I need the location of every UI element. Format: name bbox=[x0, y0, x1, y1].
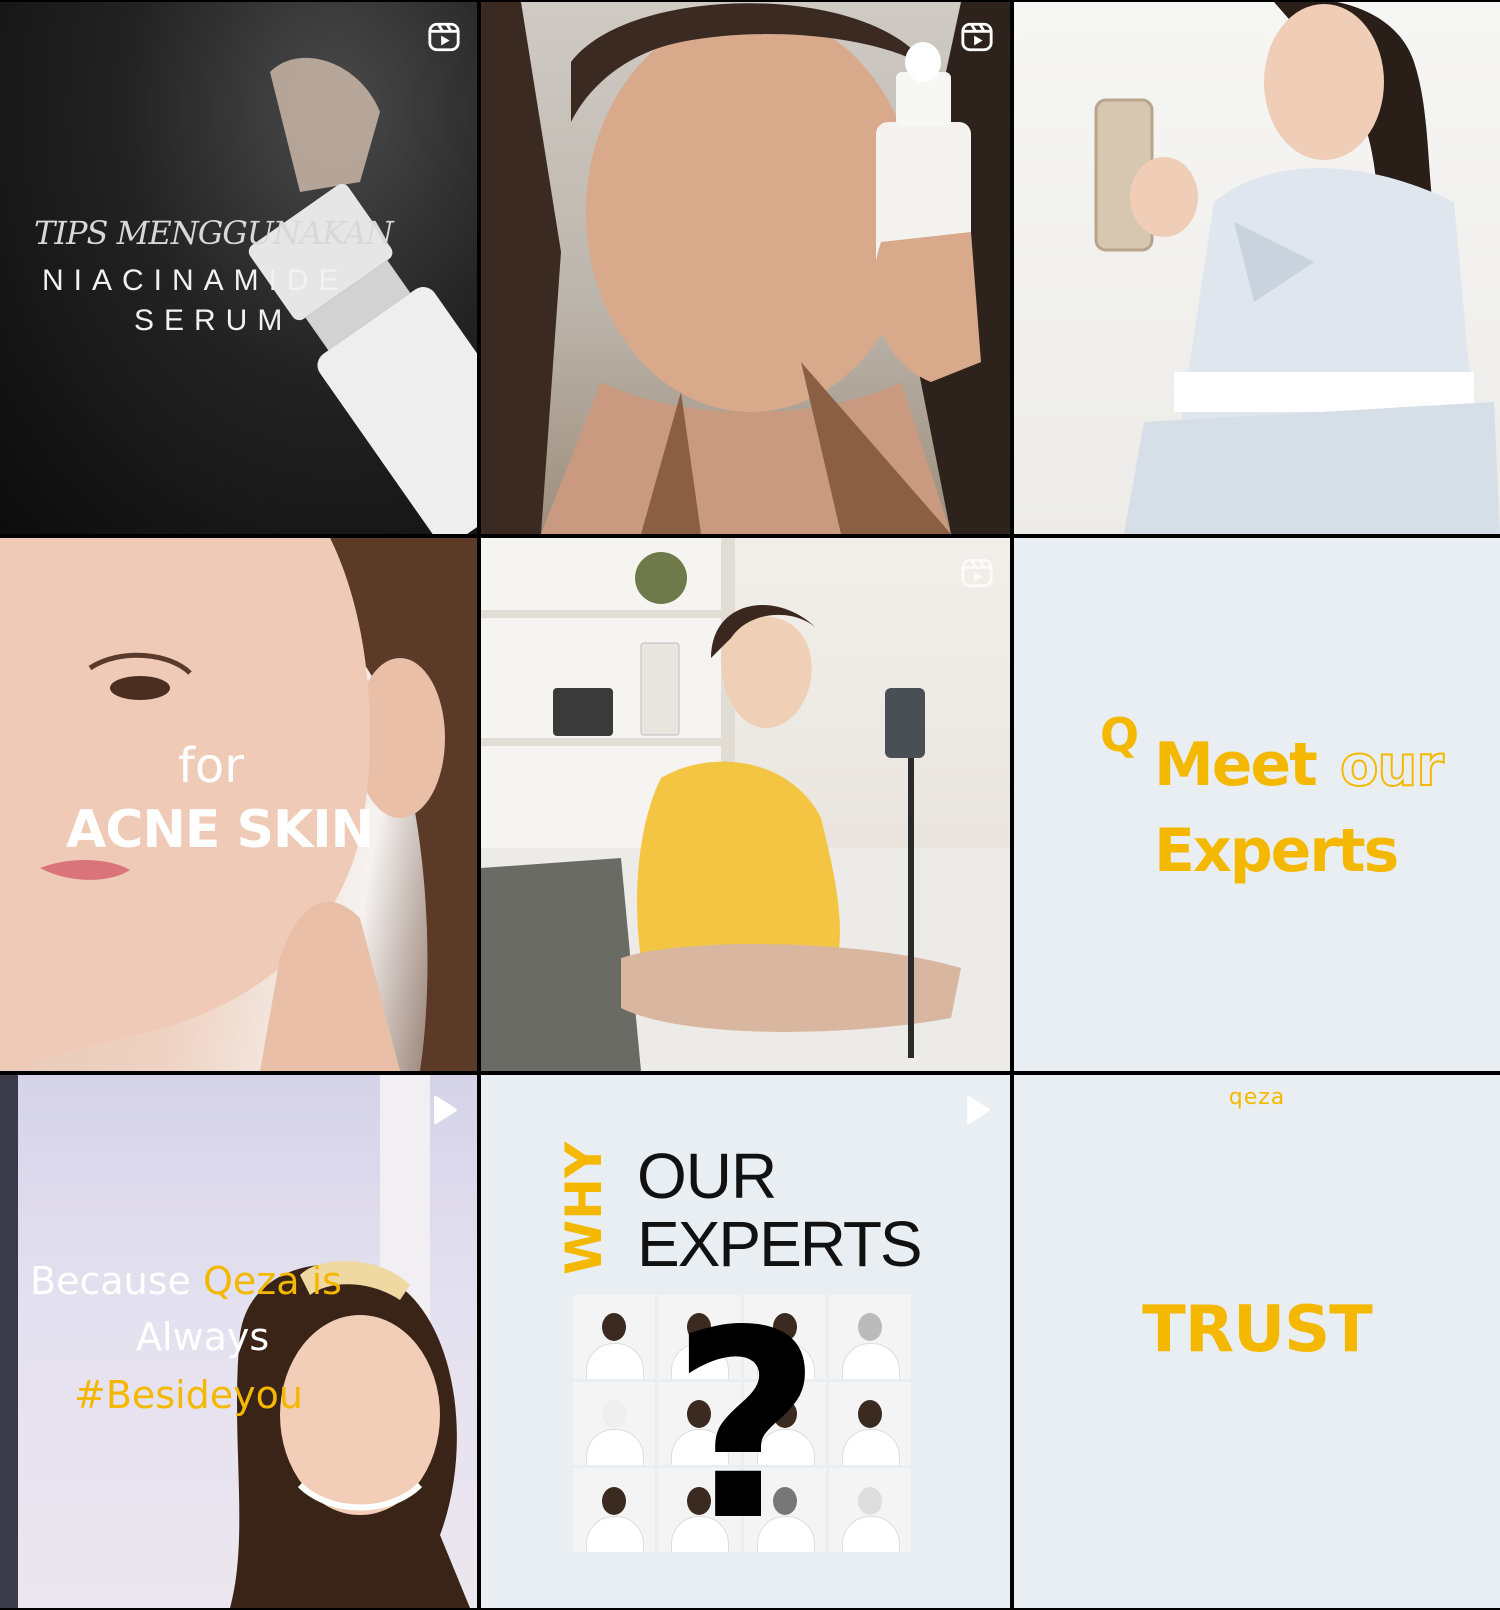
post-text-line1: Because Qeza is bbox=[30, 1259, 342, 1303]
post-text-because: Because bbox=[30, 1259, 191, 1303]
expert-photo bbox=[573, 1295, 656, 1379]
post-tile-acne-skin[interactable]: for ACNE SKIN bbox=[0, 538, 477, 1071]
post-text-why: WHY bbox=[559, 1141, 609, 1275]
post-tile-besideyou[interactable]: Because Qeza is Always #Besideyou bbox=[0, 1075, 477, 1608]
expert-photo bbox=[573, 1468, 656, 1552]
play-icon bbox=[434, 1095, 457, 1125]
post-tile-why-our-experts[interactable]: WHY OUR EXPERTS ? bbox=[481, 1075, 1010, 1608]
woman-holding-serum-photo bbox=[481, 2, 1010, 534]
post-text-qeza-is: Qeza is bbox=[202, 1259, 342, 1303]
post-tile-trust[interactable]: qeza TRUST bbox=[1014, 1075, 1500, 1608]
expert-photo bbox=[573, 1381, 656, 1466]
post-headline-line1: NIACINAMIDE bbox=[42, 264, 349, 297]
expert-photo bbox=[828, 1381, 911, 1466]
post-text-experts: Experts bbox=[1154, 816, 1399, 886]
question-mark-graphic: ? bbox=[671, 1276, 822, 1578]
play-icon bbox=[967, 1095, 990, 1125]
expert-photo bbox=[828, 1468, 911, 1552]
woman-with-tripod-photo bbox=[481, 538, 1010, 1071]
post-text-our: our bbox=[1339, 733, 1445, 800]
reels-icon bbox=[961, 22, 993, 52]
post-text-meet: Meet bbox=[1154, 730, 1318, 800]
reels-icon bbox=[961, 558, 993, 588]
post-text-experts: EXPERTS bbox=[637, 1208, 923, 1280]
post-text-acne-skin: ACNE SKIN bbox=[66, 800, 374, 860]
qeza-logo: qeza bbox=[1228, 1085, 1286, 1110]
post-tile-niacinamide-tips[interactable]: TIPS MENGGUNAKAN NIACINAMIDE SERUM bbox=[0, 2, 477, 534]
post-tile-phone-selfie[interactable] bbox=[1014, 2, 1500, 534]
post-grid: TIPS MENGGUNAKAN NIACINAMIDE SERUM for A… bbox=[0, 0, 1500, 1610]
post-headline-line2: SERUM bbox=[134, 304, 293, 337]
post-text-our: OUR bbox=[637, 1140, 777, 1212]
qeza-q-mark: Q bbox=[1100, 708, 1140, 762]
why-vertical-text: WHY bbox=[559, 1141, 609, 1275]
post-tile-meet-our-experts[interactable]: Q Meet our Experts bbox=[1014, 538, 1500, 1071]
post-text-trust: TRUST bbox=[1142, 1293, 1373, 1367]
post-text-always: Always bbox=[136, 1315, 270, 1359]
post-tile-vlog-setup[interactable] bbox=[481, 538, 1010, 1071]
woman-with-phone-photo bbox=[1094, 2, 1500, 534]
reels-icon bbox=[428, 22, 460, 52]
post-tile-serum-selfie[interactable] bbox=[481, 2, 1010, 534]
expert-photo bbox=[828, 1295, 911, 1379]
post-text-besideyou: #Besideyou bbox=[74, 1373, 303, 1417]
post-script-text: TIPS MENGGUNAKAN bbox=[34, 214, 394, 252]
post-text-for: for bbox=[178, 738, 244, 794]
